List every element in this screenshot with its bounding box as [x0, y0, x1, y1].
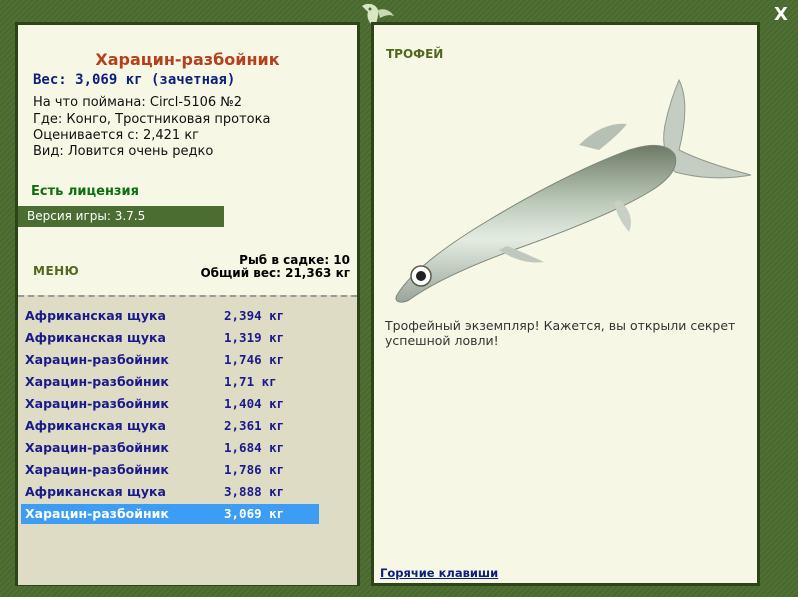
fish-weight: Вес: 3,069 кг (зачетная) [33, 72, 236, 88]
catch-row[interactable]: Харацин-разбойник 1,404 кг [21, 394, 319, 414]
menu-button[interactable]: МЕНЮ [33, 264, 79, 278]
trophy-description: Трофейный экземпляр! Кажется, вы открыли… [385, 318, 736, 348]
catch-row[interactable]: Харацин-разбойник 1,71 кг [21, 372, 319, 392]
catch-name: Африканская щука [25, 418, 166, 433]
fish-image [395, 78, 752, 303]
catch-row[interactable]: Африканская щука 3,888 кг [21, 482, 319, 502]
catch-row-selected[interactable]: Харацин-разбойник 3,069 кг [21, 504, 319, 524]
hotkeys-link[interactable]: Горячие клавиши [380, 566, 498, 580]
keepnet-stats: Рыб в садке: 10 Общий вес: 21,363 кг [200, 254, 350, 280]
fish-info-panel: Харацин-разбойник Вес: 3,069 кг (зачетна… [15, 22, 360, 586]
fish-kind: Вид: Ловится очень редко [33, 144, 214, 159]
catch-weight: 3,069 кг [224, 506, 285, 521]
catch-name: Африканская щука [25, 308, 166, 323]
game-version: Версия игры: 3.7.5 [18, 206, 224, 227]
keepnet-total-weight: Общий вес: 21,363 кг [200, 266, 350, 280]
catch-row[interactable]: Харацин-разбойник 1,684 кг [21, 438, 319, 458]
catch-name: Харацин-разбойник [25, 374, 169, 389]
catch-name: Харацин-разбойник [25, 462, 169, 477]
catch-name: Харацин-разбойник [25, 352, 169, 367]
fish-location: Где: Конго, Тростниковая протока [33, 112, 271, 127]
trophy-panel: ТРОФЕЙ Трофейный экземпляр! Кажется, вы … [371, 22, 760, 586]
license-status: Есть лицензия [31, 184, 139, 199]
catch-row[interactable]: Харацин-разбойник 1,786 кг [21, 460, 319, 480]
catch-row[interactable]: Харацин-разбойник 1,746 кг [21, 350, 319, 370]
catch-name: Харацин-разбойник [25, 396, 169, 411]
close-button[interactable]: X [770, 4, 792, 26]
catch-weight: 3,888 кг [224, 484, 285, 499]
catch-weight: 1,319 кг [224, 330, 285, 345]
catch-weight: 2,394 кг [224, 308, 285, 323]
catch-weight: 1,746 кг [224, 352, 285, 367]
catch-weight: 2,361 кг [224, 418, 285, 433]
fish-bait: На что поймана: Circl-5106 №2 [33, 95, 243, 110]
catch-name: Харацин-разбойник [25, 440, 169, 455]
catch-weight: 1,786 кг [224, 462, 285, 477]
fish-valued: Оценивается с: 2,421 кг [33, 128, 200, 143]
catch-name: Африканская щука [25, 484, 166, 499]
fish-title: Харацин-разбойник [95, 50, 280, 69]
catch-weight: 1,684 кг [224, 440, 285, 455]
catch-list: Африканская щука 2,394 кг Африканская щук… [18, 295, 357, 585]
catch-weight: 1,404 кг [224, 396, 285, 411]
catch-name: Харацин-разбойник [25, 506, 169, 521]
catch-row[interactable]: Африканская щука 1,319 кг [21, 328, 319, 348]
catch-name: Африканская щука [25, 330, 166, 345]
catch-row[interactable]: Африканская щука 2,361 кг [21, 416, 319, 436]
catch-weight: 1,71 кг [224, 374, 277, 389]
catch-row[interactable]: Африканская щука 2,394 кг [21, 306, 319, 326]
